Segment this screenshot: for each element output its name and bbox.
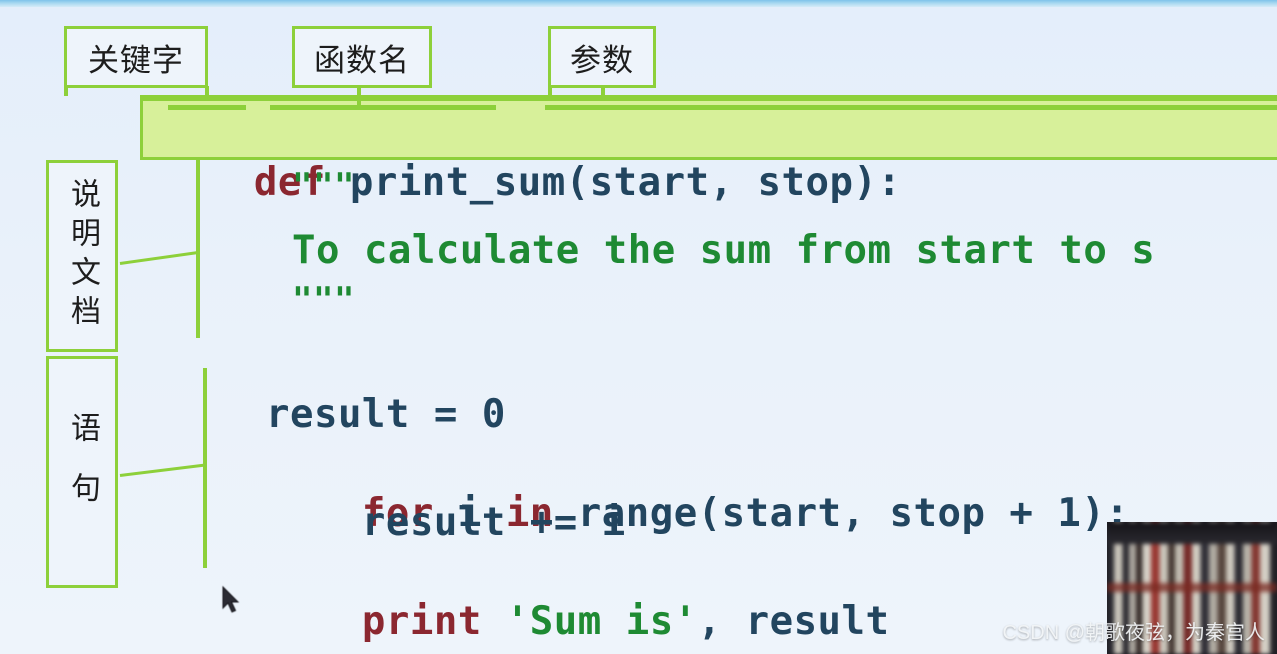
code-token-print-string: 'Sum is' [481, 599, 698, 644]
code-token-print-rest: , result [697, 599, 890, 644]
code-line-docstring-body: To calculate the sum from start to s [292, 228, 1156, 273]
connector-diagonal-statement [119, 463, 205, 477]
diagram-canvas: 关键字 函数名 参数 说明文档 语句 def print_sum(start, … [0, 0, 1277, 654]
connector-stem-statement [203, 368, 207, 568]
code-line-docstring-close: """ [292, 280, 355, 320]
mouse-cursor-icon [222, 586, 240, 613]
watermark-text: CSDN @朝歌夜弦，为秦宫人 [1002, 622, 1265, 644]
callout-rail [140, 95, 1277, 99]
bookshelf-top-shadow [1107, 522, 1277, 544]
top-blue-strip [0, 0, 1277, 7]
code-line-result-init: result = 0 [266, 392, 506, 437]
underline-tick-function-name [270, 105, 496, 110]
underline-tick-parameters [545, 105, 1277, 110]
code-line-print: print 'Sum is', result [266, 554, 890, 654]
code-line-increment: result += i [266, 500, 626, 545]
code-token-for-range: range(start, stop + 1): [553, 491, 1130, 536]
code-token-print-keyword: print [361, 599, 482, 644]
callout-label-keyword[interactable]: 关键字 [64, 26, 208, 88]
connector-diagonal-docstring [119, 251, 198, 265]
callout-label-parameter[interactable]: 参数 [548, 26, 656, 88]
side-label-statement[interactable]: 语句 [46, 356, 118, 588]
callout-label-keyword-text: 关键字 [88, 42, 184, 78]
code-token-def-rest: print_sum(start, stop): [325, 160, 902, 205]
side-label-docstring-text: 说明文档 [66, 178, 99, 334]
side-label-statement-text: 语句 [66, 412, 99, 532]
callout-label-parameter-text: 参数 [570, 42, 634, 78]
callout-stem-function-name [357, 86, 361, 108]
side-label-docstring[interactable]: 说明文档 [46, 160, 118, 352]
bookshelf-red-band [1107, 582, 1277, 592]
callout-label-function-name-text: 函数名 [314, 42, 410, 78]
code-line-docstring-open: """ [292, 166, 355, 206]
callout-label-function-name[interactable]: 函数名 [292, 26, 432, 88]
underline-tick-keyword [168, 105, 246, 110]
